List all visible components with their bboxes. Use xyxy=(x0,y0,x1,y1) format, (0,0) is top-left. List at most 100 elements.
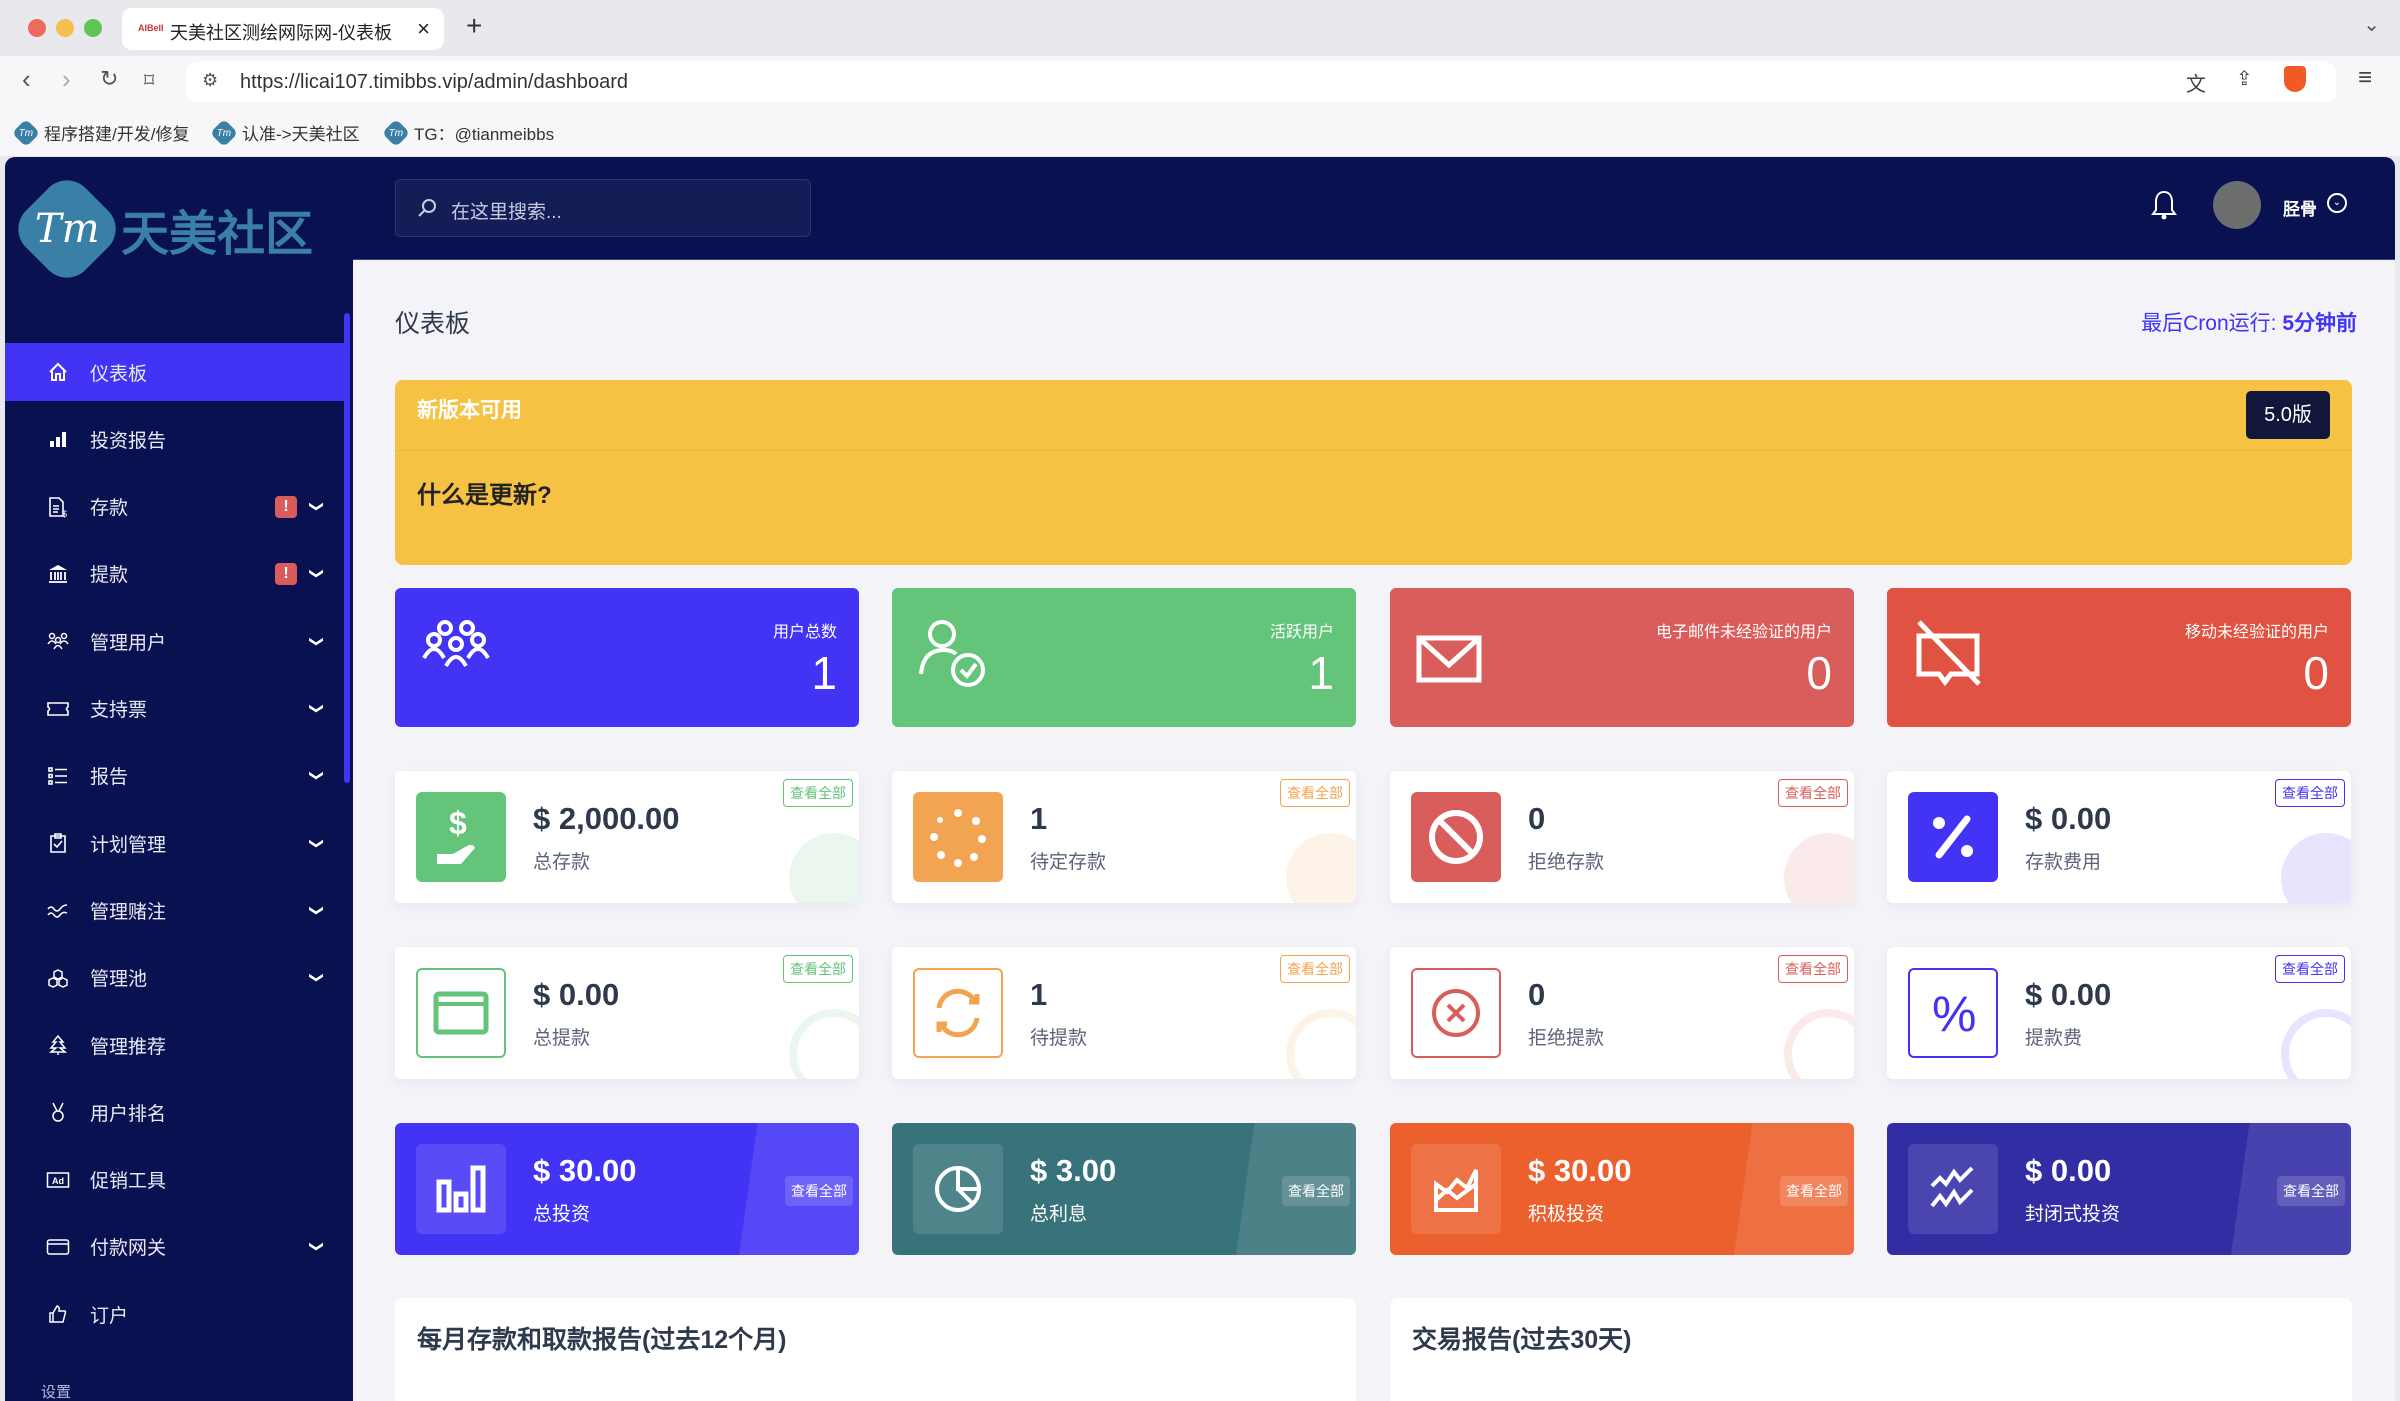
sidebar-section-settings: 设置 xyxy=(41,1384,72,1401)
svg-text:$: $ xyxy=(62,509,67,518)
chevron-down-icon[interactable]: ❯ xyxy=(308,568,325,580)
view-all-button[interactable]: 查看全部 xyxy=(783,955,853,983)
search-input[interactable]: 在这里搜索... xyxy=(395,179,811,237)
bell-icon[interactable] xyxy=(2151,189,2177,221)
decorative-shape xyxy=(2281,833,2351,903)
brave-shield-icon[interactable] xyxy=(2284,66,2306,92)
message-slash-icon xyxy=(1916,620,1981,687)
tab-list-chevron-icon[interactable]: ⌄ xyxy=(2363,12,2380,37)
new-tab-button[interactable]: + xyxy=(466,10,482,42)
chevron-down-icon[interactable]: ⌄ xyxy=(2327,193,2347,213)
site-settings-icon[interactable]: ⚙ xyxy=(202,70,218,91)
sidebar-item[interactable]: 计划管理 ❯ xyxy=(5,814,345,872)
sidebar-item[interactable]: 付款网关 ❯ xyxy=(5,1218,345,1276)
view-all-button[interactable]: 查看全部 xyxy=(1280,779,1350,807)
view-all-button[interactable]: 查看全部 xyxy=(1282,1176,1350,1206)
divider xyxy=(395,450,2352,451)
sidebar-item[interactable]: 提款! ❯ xyxy=(5,545,345,603)
stat-label: 积极投资 xyxy=(1528,1204,1605,1225)
chevron-down-icon[interactable]: ❯ xyxy=(308,972,325,984)
users-group-icon xyxy=(422,620,490,668)
sidebar-item[interactable]: 订户 xyxy=(5,1285,345,1343)
deposit-stat-card: $ $ 2,000.00 总存款 查看全部 xyxy=(395,771,859,903)
sidebar-item[interactable]: $ 存款! ❯ xyxy=(5,478,345,536)
view-all-button[interactable]: 查看全部 xyxy=(2275,955,2345,983)
sidebar-item-label: 提款 xyxy=(90,565,129,587)
view-all-button[interactable]: 查看全部 xyxy=(1778,955,1848,983)
wave-icon xyxy=(45,897,71,923)
sidebar-item-label: 报告 xyxy=(90,767,129,789)
forward-icon[interactable]: › xyxy=(62,64,71,95)
close-window-button[interactable] xyxy=(28,19,46,37)
sidebar-item[interactable]: 管理赌注 ❯ xyxy=(5,881,345,939)
bookmarks-bar: Tm 程序搭建/开发/修复 Tm 认准->天美社区 Tm TG：@tianmeibbs xyxy=(0,106,2400,156)
chevron-down-icon[interactable]: ❯ xyxy=(308,905,325,917)
chevron-down-icon[interactable]: ❯ xyxy=(308,837,325,849)
close-tab-icon[interactable]: × xyxy=(417,16,430,42)
stat-icon-wrap xyxy=(1416,635,1482,688)
withdraw-stat-card: 0 拒绝提款 查看全部 xyxy=(1390,947,1854,1079)
chevron-down-icon[interactable]: ❯ xyxy=(308,501,325,513)
share-icon[interactable]: ⇪ xyxy=(2236,66,2253,91)
chevron-down-icon[interactable]: ❯ xyxy=(308,1241,325,1253)
sidebar-item-label: 存款 xyxy=(90,498,129,520)
credit-card-icon xyxy=(433,991,489,1035)
sidebar-item[interactable]: 支持票 ❯ xyxy=(5,680,345,738)
logo-text: 天美社区 xyxy=(121,208,314,261)
sidebar-item[interactable]: 管理池 ❯ xyxy=(5,949,345,1007)
sidebar-item[interactable]: 仪表板 xyxy=(5,343,345,401)
sidebar-scrollbar[interactable] xyxy=(344,313,350,783)
stat-card[interactable]: 用户总数 1 xyxy=(395,588,859,727)
chevron-down-icon[interactable]: ❯ xyxy=(308,635,325,647)
logo[interactable]: Tm 天美社区 xyxy=(7,169,314,289)
banner-question[interactable]: 什么是更新? xyxy=(417,475,552,510)
sidebar-item[interactable]: 管理推荐 xyxy=(5,1016,345,1074)
view-all-button[interactable]: 查看全部 xyxy=(1780,1176,1848,1206)
reload-icon[interactable]: ↻ xyxy=(100,66,118,92)
pie-chart-icon xyxy=(935,1166,981,1212)
view-all-button[interactable]: 查看全部 xyxy=(2277,1176,2345,1206)
bookmark-icon[interactable]: ⌑ xyxy=(144,68,154,93)
sidebar-item[interactable]: 报告 ❯ xyxy=(5,747,345,805)
deposit-stat-card: 1 待定存款 查看全部 xyxy=(892,771,1356,903)
view-all-button[interactable]: 查看全部 xyxy=(1280,955,1350,983)
sidebar-item[interactable]: 投资报告 xyxy=(5,410,345,468)
username[interactable]: 胫骨 xyxy=(2283,195,2317,220)
sidebar-item[interactable]: Ad 促销工具 xyxy=(5,1151,345,1209)
investment-stat-card: $ 30.00 总投资 查看全部 xyxy=(395,1123,859,1255)
view-all-button[interactable]: 查看全部 xyxy=(785,1176,853,1206)
sidebar-item[interactable]: 管理用户 ❯ xyxy=(5,612,345,670)
browser-tab[interactable]: AIBell 天美社区测绘网际网-仪表板 × xyxy=(122,8,444,50)
chevron-down-icon[interactable]: ❯ xyxy=(308,770,325,782)
maximize-window-button[interactable] xyxy=(84,19,102,37)
decorative-shape xyxy=(789,833,859,903)
view-all-button[interactable]: 查看全部 xyxy=(1778,779,1848,807)
stat-card[interactable]: 活跃用户 1 xyxy=(892,588,1356,727)
avatar[interactable] xyxy=(2213,181,2261,229)
view-all-button[interactable]: 查看全部 xyxy=(2275,779,2345,807)
menu-icon[interactable]: ≡ xyxy=(2358,64,2372,92)
bookmark-item[interactable]: Tm 认准->天美社区 xyxy=(209,118,360,147)
credit-card-icon xyxy=(45,1234,71,1260)
stat-value: $ 30.00 xyxy=(1528,1153,1632,1188)
translate-icon[interactable]: 文 xyxy=(2186,68,2206,97)
bookmark-item[interactable]: Tm TG：@tianmeibbs xyxy=(381,118,554,147)
address-bar[interactable]: ⚙ https://licai107.timibbs.vip/admin/das… xyxy=(186,62,2336,102)
stat-icon-box xyxy=(1411,1144,1501,1234)
stat-card[interactable]: 电子邮件未经验证的用户 0 xyxy=(1390,588,1854,727)
stat-label: 提款费 xyxy=(2025,1028,2083,1049)
version-badge[interactable]: 5.0版 xyxy=(2246,391,2330,439)
bank-icon xyxy=(45,561,71,587)
bookmark-item[interactable]: Tm 程序搭建/开发/修复 xyxy=(11,118,189,147)
tab-favicon: AIBell xyxy=(138,23,164,33)
cron-label: 最后Cron运行: xyxy=(2141,312,2283,335)
sidebar-item[interactable]: 用户排名 xyxy=(5,1083,345,1141)
panel-title: 每月存款和取款报告(过去12个月) xyxy=(417,1326,787,1354)
tm-logo-icon: Tm xyxy=(11,118,41,147)
stat-card[interactable]: 移动未经验证的用户 0 xyxy=(1887,588,2351,727)
back-icon[interactable]: ‹ xyxy=(22,64,31,95)
chevron-down-icon[interactable]: ❯ xyxy=(308,703,325,715)
view-all-button[interactable]: 查看全部 xyxy=(783,779,853,807)
ban-icon xyxy=(1429,810,1483,864)
minimize-window-button[interactable] xyxy=(56,19,74,37)
